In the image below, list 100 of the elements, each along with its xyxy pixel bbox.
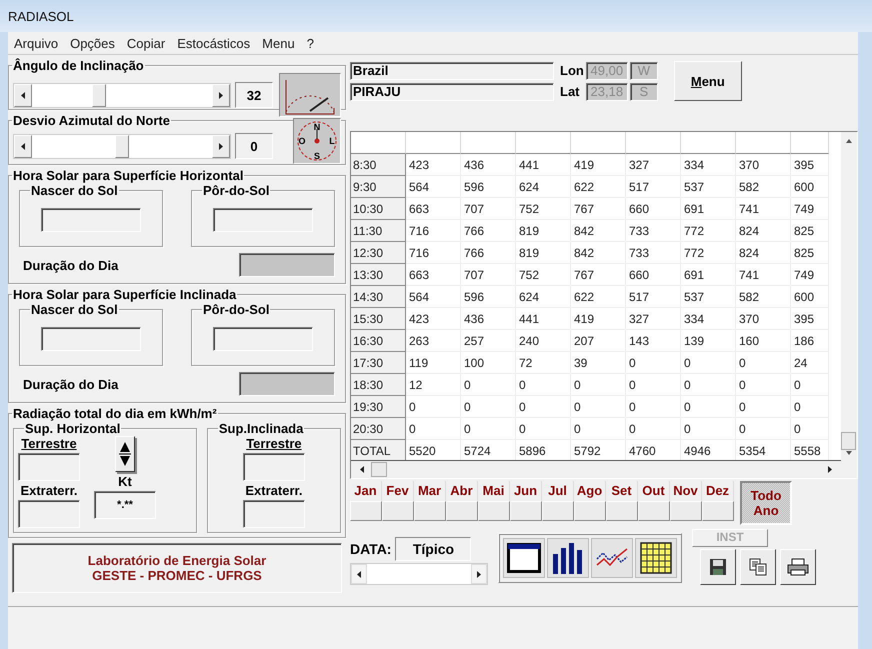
terrestrial-field[interactable] bbox=[18, 453, 80, 481]
longitude-field: 49,00 bbox=[586, 62, 628, 80]
data-label: DATA: bbox=[350, 541, 392, 557]
month-button[interactable] bbox=[670, 501, 702, 521]
horizontal-scrollbar[interactable] bbox=[351, 460, 841, 478]
table-cell: 716 bbox=[406, 242, 461, 264]
right-arrow-icon bbox=[218, 92, 224, 98]
table-cell: 370 bbox=[736, 308, 791, 330]
table-cell: 263 bbox=[406, 330, 461, 352]
menu-item[interactable]: Arquivo bbox=[8, 34, 64, 52]
table-cell: 564 bbox=[406, 286, 461, 308]
group-title: Hora Solar para Superfície Horizontal bbox=[12, 168, 244, 183]
slider[interactable] bbox=[13, 82, 231, 108]
table-cell: 691 bbox=[681, 264, 736, 286]
left-arrow-icon bbox=[20, 142, 26, 150]
terrestrial-label: Terrestre bbox=[246, 436, 302, 451]
menu-item[interactable]: Opções bbox=[64, 34, 121, 52]
extraterrestrial-field[interactable] bbox=[18, 500, 80, 528]
sunrise-field[interactable] bbox=[41, 208, 141, 232]
data-scrollbar[interactable] bbox=[350, 563, 488, 585]
table-cell: 0 bbox=[571, 418, 626, 440]
slider[interactable] bbox=[13, 134, 231, 158]
table-cell: 0 bbox=[681, 418, 736, 440]
table-cell: 716 bbox=[406, 220, 461, 242]
all-year-button[interactable]: Todo Ano bbox=[740, 481, 792, 525]
table-cell: 39 bbox=[571, 352, 626, 374]
country-field[interactable]: Brazil bbox=[350, 62, 554, 80]
row-header: 19:30 bbox=[351, 396, 406, 418]
table-cell: 622 bbox=[571, 176, 626, 198]
month-button[interactable] bbox=[574, 501, 606, 521]
row-header: 14:30 bbox=[351, 286, 406, 308]
table-cell: 733 bbox=[626, 242, 681, 264]
menu-item[interactable]: ? bbox=[300, 34, 320, 52]
sunset-field[interactable] bbox=[213, 208, 313, 232]
table-cell: 824 bbox=[736, 220, 791, 242]
table-cell: 395 bbox=[791, 154, 829, 176]
table-cell: 772 bbox=[681, 220, 736, 242]
month-button[interactable] bbox=[702, 501, 734, 521]
printer-icon bbox=[787, 558, 809, 576]
terrestrial-label: Terrestre bbox=[21, 436, 77, 451]
scrollbar-thumb[interactable] bbox=[841, 432, 856, 450]
tilt-value: 32 bbox=[235, 82, 273, 108]
right-arrow-icon bbox=[827, 466, 833, 473]
month-button[interactable] bbox=[606, 501, 638, 521]
down-arrow-icon bbox=[846, 449, 852, 456]
month-button[interactable] bbox=[350, 501, 382, 521]
save-icon bbox=[709, 558, 727, 576]
table-cell: 436 bbox=[461, 154, 516, 176]
sunset-field[interactable] bbox=[213, 327, 313, 351]
spin-button[interactable] bbox=[115, 436, 135, 472]
extraterrestrial-field[interactable] bbox=[242, 500, 305, 528]
month-button[interactable] bbox=[478, 501, 510, 521]
menu-button[interactable]: Menu bbox=[674, 61, 742, 101]
table-cell: 423 bbox=[406, 154, 461, 176]
table-cell: 766 bbox=[461, 220, 516, 242]
table-cell: 419 bbox=[571, 308, 626, 330]
table-cell: 741 bbox=[736, 198, 791, 220]
view-button[interactable] bbox=[503, 538, 545, 578]
table-cell: 582 bbox=[736, 286, 791, 308]
slider-thumb[interactable] bbox=[115, 134, 129, 158]
table-cell: 0 bbox=[516, 418, 571, 440]
day-length-field[interactable] bbox=[239, 253, 335, 277]
month-button[interactable] bbox=[542, 501, 574, 521]
month-button[interactable] bbox=[638, 501, 670, 521]
table-cell: 772 bbox=[681, 242, 736, 264]
view-button[interactable] bbox=[547, 538, 589, 578]
month-button[interactable] bbox=[414, 501, 446, 521]
sunrise-field[interactable] bbox=[41, 327, 141, 351]
slider-thumb[interactable] bbox=[92, 84, 106, 106]
table-cell: 0 bbox=[461, 418, 516, 440]
menu-item[interactable]: Menu bbox=[256, 34, 301, 52]
row-header: 8:30 bbox=[351, 154, 406, 176]
table-cell: 0 bbox=[626, 396, 681, 418]
left-arrow-icon bbox=[359, 466, 365, 473]
month-button[interactable] bbox=[382, 501, 414, 521]
table-cell: 0 bbox=[571, 374, 626, 396]
month-button[interactable] bbox=[446, 501, 478, 521]
compass-drawing: N L S O bbox=[293, 118, 341, 164]
group-title: Ângulo de Inclinação bbox=[12, 58, 145, 73]
latitude-field: 23,18 bbox=[586, 82, 628, 100]
print-button[interactable] bbox=[780, 549, 816, 585]
save-button[interactable] bbox=[700, 549, 736, 585]
table-cell: 622 bbox=[571, 286, 626, 308]
credits-line: Laboratório de Energia Solar bbox=[88, 553, 266, 568]
city-field[interactable]: PIRAJU bbox=[350, 82, 554, 100]
day-length-field[interactable] bbox=[239, 372, 335, 396]
scrollbar-thumb[interactable] bbox=[371, 462, 387, 477]
table-cell: 334 bbox=[681, 308, 736, 330]
menu-item[interactable]: Estocásticos bbox=[171, 34, 256, 52]
table-cell: 0 bbox=[406, 396, 461, 418]
menu-item[interactable]: Copiar bbox=[120, 34, 172, 52]
table-cell: 819 bbox=[516, 242, 571, 264]
month-button[interactable] bbox=[510, 501, 542, 521]
row-header: 9:30 bbox=[351, 176, 406, 198]
copy-button[interactable] bbox=[740, 549, 776, 585]
view-button[interactable] bbox=[635, 538, 677, 578]
table-cell: 0 bbox=[736, 396, 791, 418]
terrestrial-field[interactable] bbox=[242, 453, 305, 481]
bar-chart-icon bbox=[551, 542, 585, 574]
table-cell: 441 bbox=[516, 308, 571, 330]
